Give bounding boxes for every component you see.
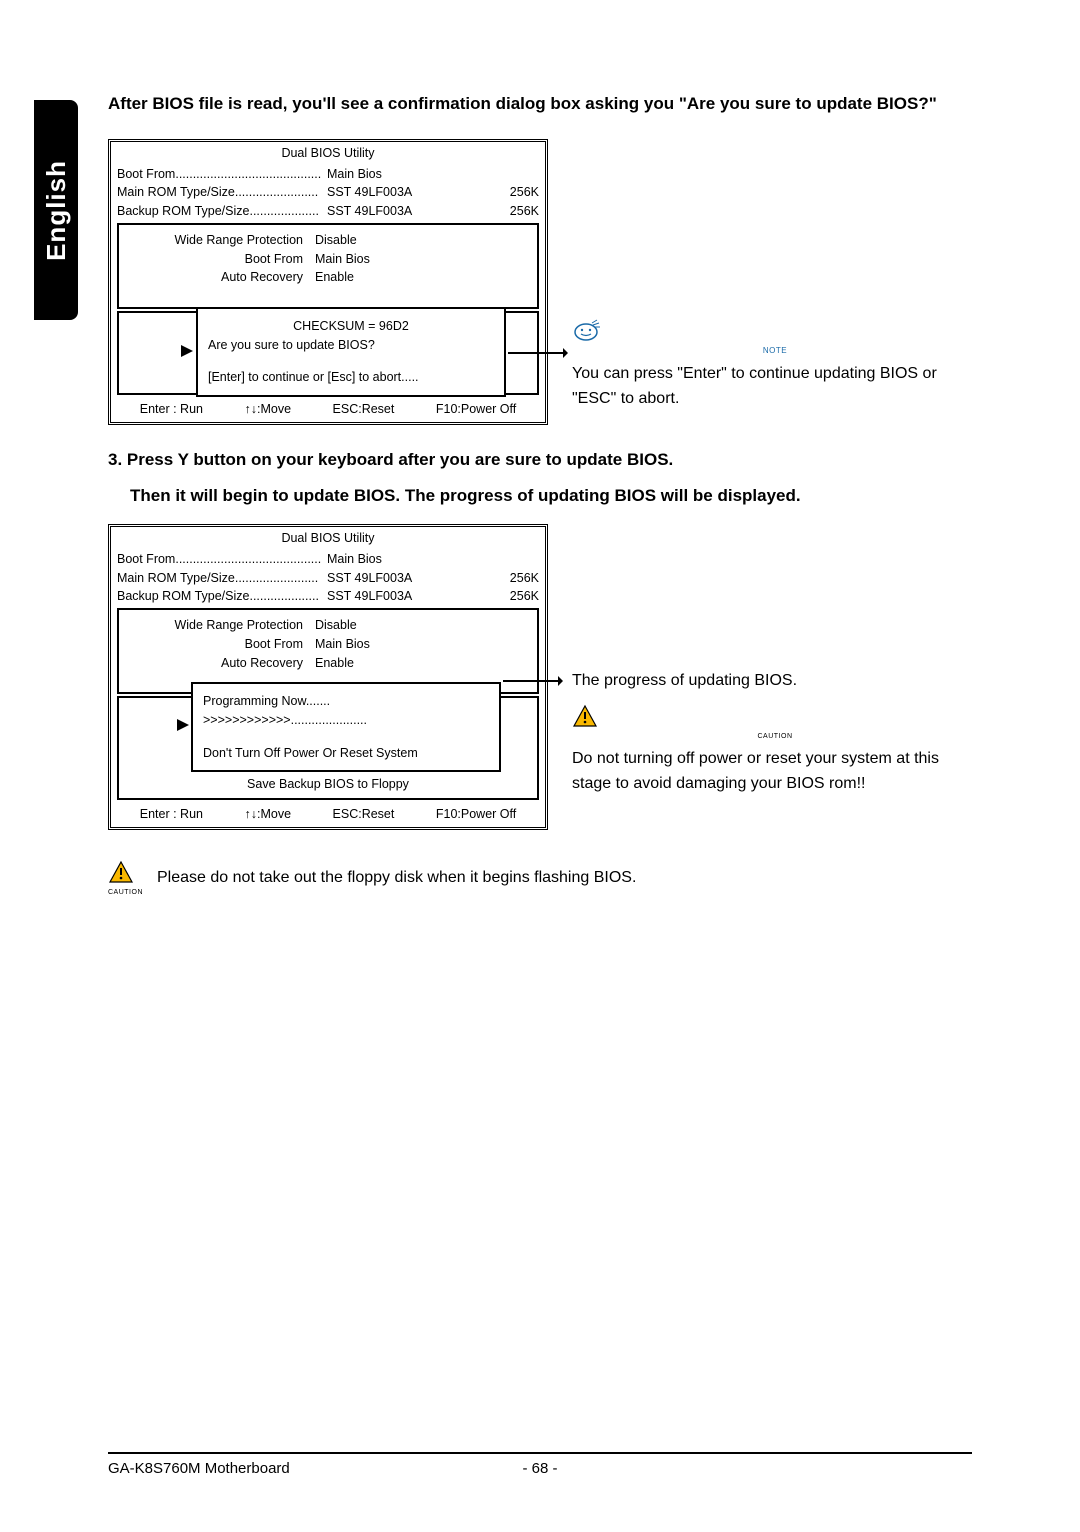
arrow-line-icon bbox=[508, 347, 568, 359]
key-hint: Enter : Run bbox=[140, 805, 203, 824]
page-footer: GA-K8S760M Motherboard - 68 - bbox=[108, 1452, 972, 1477]
info-row: Backup ROM Type/Size....................… bbox=[111, 202, 545, 221]
document-page: English After BIOS file is read, you'll … bbox=[0, 0, 1080, 1532]
caution-label: CAUTION bbox=[572, 733, 978, 740]
keys-row-2: Enter : Run ↑↓:Move ESC:Reset F10:Power … bbox=[111, 802, 545, 827]
progress-dialog: Programming Now....... >>>>>>>>>>>>.....… bbox=[191, 682, 501, 772]
language-label: English bbox=[41, 160, 72, 261]
dialog-checksum: CHECKSUM = 96D2 bbox=[208, 317, 494, 336]
bios-utility-1: Dual BIOS Utility Boot From.............… bbox=[108, 139, 548, 425]
bios-title-2: Dual BIOS Utility bbox=[111, 529, 545, 550]
note-label: NOTE bbox=[572, 346, 978, 355]
language-tab: English bbox=[34, 100, 78, 320]
caution-icon: CAUTION bbox=[572, 704, 978, 740]
bios-utility-2: Dual BIOS Utility Boot From.............… bbox=[108, 524, 548, 830]
key-hint: F10:Power Off bbox=[436, 805, 516, 824]
settings-block-1: Wide Range ProtectionDisable Boot FromMa… bbox=[117, 223, 539, 309]
note-icon: NOTE bbox=[572, 319, 978, 355]
progress-text: The progress of updating BIOS. bbox=[572, 668, 978, 694]
dialog-progress-bar: >>>>>>>>>>>>...................... bbox=[203, 711, 489, 730]
flash-note-text: Please do not take out the floppy disk w… bbox=[157, 869, 636, 887]
page-number: - 68 - bbox=[522, 1460, 557, 1477]
menu-item: Save Backup BIOS to Floppy bbox=[119, 774, 537, 794]
key-hint: F10:Power Off bbox=[436, 400, 516, 419]
key-hint: ESC:Reset bbox=[333, 400, 395, 419]
key-hint: ↑↓:Move bbox=[244, 805, 291, 824]
dialog-warning: Don't Turn Off Power Or Reset System bbox=[203, 744, 489, 763]
main-content: After BIOS file is read, you'll see a co… bbox=[108, 90, 978, 896]
note-text-1: You can press "Enter" to continue updati… bbox=[572, 361, 978, 412]
bios-title-1: Dual BIOS Utility bbox=[111, 144, 545, 165]
key-hint: ↑↓:Move bbox=[244, 400, 291, 419]
confirm-dialog-1: CHECKSUM = 96D2 Are you sure to update B… bbox=[196, 307, 506, 397]
key-hint: ESC:Reset bbox=[333, 805, 395, 824]
info-row: Boot From...............................… bbox=[111, 165, 545, 184]
intro-text: After BIOS file is read, you'll see a co… bbox=[108, 90, 978, 119]
dialog-instruction: [Enter] to continue or [Esc] to abort...… bbox=[208, 368, 494, 387]
bios-block-2: Dual BIOS Utility Boot From.............… bbox=[108, 524, 978, 830]
info-row: Main ROM Type/Size......................… bbox=[111, 183, 545, 202]
arrow-line-icon bbox=[503, 675, 563, 687]
step3-line1: 3. Press Y button on your keyboard after… bbox=[108, 445, 978, 476]
dialog-question: Are you sure to update BIOS? bbox=[208, 336, 494, 355]
caution-text-2: Do not turning off power or reset your s… bbox=[572, 746, 978, 797]
bios-block-1: Dual BIOS Utility Boot From.............… bbox=[108, 139, 978, 425]
note-column-2: The progress of updating BIOS. CAUTION D… bbox=[572, 524, 978, 797]
caution-label: CAUTION bbox=[108, 889, 143, 896]
key-hint: Enter : Run bbox=[140, 400, 203, 419]
flash-caution-row: CAUTION Please do not take out the flopp… bbox=[108, 860, 978, 896]
caution-icon: CAUTION bbox=[108, 860, 143, 896]
note-column-1: NOTE You can press "Enter" to continue u… bbox=[572, 139, 978, 412]
dialog-programming: Programming Now....... bbox=[203, 692, 489, 711]
step3-line2: Then it will begin to update BIOS. The p… bbox=[130, 481, 978, 512]
keys-row-1: Enter : Run ↑↓:Move ESC:Reset F10:Power … bbox=[111, 397, 545, 422]
footer-title: GA-K8S760M Motherboard bbox=[108, 1460, 290, 1477]
